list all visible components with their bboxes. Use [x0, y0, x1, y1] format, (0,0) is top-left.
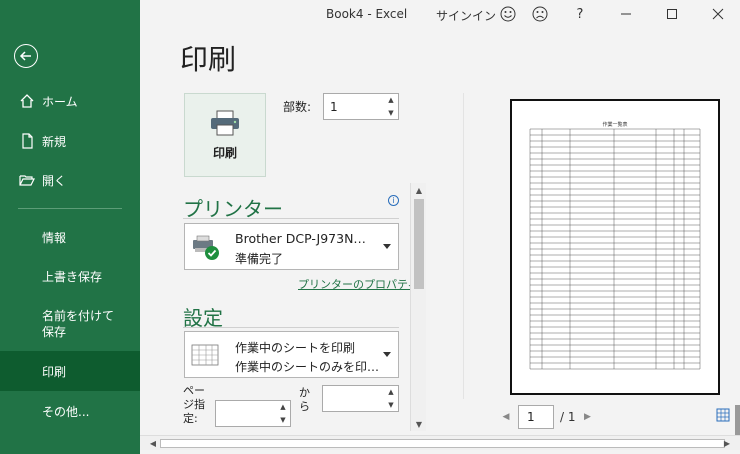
title-bar: Book4 - Excel サインイン ?	[140, 0, 740, 28]
chevron-down-icon	[383, 352, 391, 357]
print-scope-dropdown[interactable]: 作業中のシートを印刷 作業中のシートのみを印…	[184, 331, 399, 378]
sidebar-item-label: 情報	[42, 230, 67, 245]
info-icon[interactable]: i	[388, 195, 399, 206]
window-title: Book4 - Excel	[326, 7, 408, 21]
print-scope-line2: 作業中のシートのみを印…	[235, 360, 380, 374]
help-button[interactable]: ?	[570, 4, 590, 24]
sidebar-divider	[18, 208, 122, 209]
show-margins-icon[interactable]	[716, 408, 730, 422]
sidebar-item-label: 開く	[42, 173, 67, 188]
maximize-icon[interactable]	[662, 4, 682, 24]
stepper-down-icon[interactable]: ▼	[384, 107, 398, 120]
scroll-right-icon[interactable]: ▶	[720, 436, 734, 451]
print-button-label: 印刷	[212, 145, 237, 160]
sheet-grid-icon	[191, 344, 219, 366]
print-scope-line1: 作業中のシートを印刷	[235, 341, 356, 355]
frown-feedback-icon[interactable]	[530, 4, 550, 24]
new-file-icon	[18, 132, 36, 150]
sidebar-item-label: 上書き保存	[42, 269, 103, 284]
smiley-feedback-icon[interactable]	[498, 4, 518, 24]
home-icon	[18, 92, 36, 110]
copies-stepper[interactable]: 1 ▲ ▼	[323, 93, 399, 120]
horizontal-scrollbar[interactable]: ◀ ▶	[140, 435, 740, 450]
chevron-down-icon	[383, 244, 391, 249]
stepper-down-icon[interactable]: ▼	[384, 399, 398, 412]
stepper-down-icon[interactable]: ▼	[276, 414, 290, 427]
sidebar-item-save[interactable]: 上書き保存	[0, 257, 140, 295]
page-to-stepper[interactable]: ▲ ▼	[322, 385, 399, 412]
current-page-input[interactable]: 1	[518, 405, 554, 429]
next-page-icon[interactable]: ▶	[582, 412, 594, 422]
sidebar-item-more[interactable]: その他...	[0, 392, 140, 430]
sidebar-item-home[interactable]: ホーム	[0, 82, 140, 120]
printer-dropdown[interactable]: Brother DCP-J973N… 準備完了	[184, 223, 399, 270]
copies-value: 1	[330, 99, 338, 114]
sidebar-item-label: その他...	[42, 404, 90, 419]
scrollbar-thumb[interactable]	[160, 439, 725, 448]
preview-table	[529, 128, 701, 370]
section-divider	[183, 327, 399, 328]
page-title: 印刷	[180, 43, 237, 76]
section-divider	[183, 218, 399, 219]
scroll-left-icon[interactable]: ◀	[146, 436, 160, 451]
print-button[interactable]: 印刷	[184, 93, 266, 177]
folder-open-icon	[18, 171, 36, 189]
page-total: / 1	[560, 410, 576, 424]
page-navigator: ◀ 1 / 1 ▶	[500, 405, 594, 429]
stepper-up-icon[interactable]: ▲	[384, 386, 398, 399]
printer-ready-icon	[193, 235, 219, 260]
sidebar-item-info[interactable]: 情報	[0, 218, 140, 256]
printer-name: Brother DCP-J973N…	[235, 231, 366, 246]
copies-label: 部数:	[283, 100, 312, 114]
scrollbar-thumb[interactable]	[414, 199, 424, 289]
sign-in-link[interactable]: サインイン	[436, 7, 496, 24]
zoom-slider-handle[interactable]	[735, 405, 740, 435]
previous-page-icon[interactable]: ◀	[500, 412, 512, 422]
current-page-value: 1	[527, 410, 535, 424]
sidebar-item-label: 新規	[42, 134, 67, 149]
sidebar-item-print[interactable]: 印刷	[0, 351, 140, 391]
minimize-icon[interactable]	[616, 4, 636, 24]
preview-page: 作業一覧表	[510, 99, 720, 395]
sidebar-item-open[interactable]: 開く	[0, 161, 140, 199]
pages-label: ページ指定:	[183, 384, 205, 425]
printer-status: 準備完了	[235, 252, 284, 266]
backstage-sidebar: ホーム 新規 開く 情報 上書き保存 名前を付けて保存 印刷 その他...	[0, 0, 140, 454]
arrow-left-icon	[19, 51, 31, 61]
back-button[interactable]	[14, 44, 38, 68]
printer-properties-link[interactable]: プリンターのプロパティ	[298, 276, 418, 292]
stepper-up-icon[interactable]: ▲	[384, 94, 398, 107]
sidebar-item-label: 印刷	[42, 364, 67, 379]
printer-icon	[211, 110, 239, 135]
page-from-stepper[interactable]: ▲ ▼	[215, 400, 291, 427]
scroll-up-icon[interactable]: ▲	[411, 183, 427, 197]
stepper-up-icon[interactable]: ▲	[276, 401, 290, 414]
scroll-down-icon[interactable]: ▼	[411, 417, 427, 431]
to-label: から	[299, 386, 310, 413]
sidebar-item-save-as[interactable]: 名前を付けて保存	[0, 300, 140, 348]
sidebar-item-label: ホーム	[42, 94, 78, 109]
sidebar-item-label: 名前を付けて保存	[42, 309, 115, 339]
close-icon[interactable]	[708, 4, 728, 24]
sidebar-item-new[interactable]: 新規	[0, 122, 140, 160]
settings-scrollbar[interactable]: ▲ ▼	[410, 183, 426, 431]
